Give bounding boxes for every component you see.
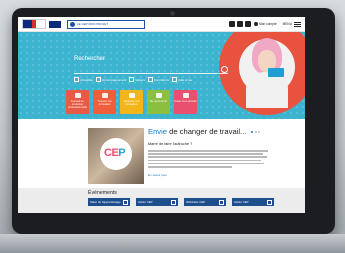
- calendar-icon: [171, 199, 176, 205]
- tile-0[interactable]: Conseil en évolution professionnelle: [66, 90, 89, 114]
- feature-image[interactable]: CEP: [88, 128, 144, 184]
- tile-icon: [128, 93, 135, 98]
- account-link[interactable]: Mon compte: [254, 22, 277, 26]
- tile-3[interactable]: Se reconvertir: [147, 90, 170, 114]
- tile-label: Créer mon activité: [174, 99, 197, 103]
- checkbox-icon[interactable]: [129, 77, 135, 82]
- youtube-icon[interactable]: [229, 21, 236, 27]
- event-label: Salon de l'apprentissage: [90, 200, 121, 204]
- filter-option[interactable]: Aide et vie: [172, 77, 192, 82]
- search-label: Rechercher: [74, 56, 106, 62]
- events-title: Événements: [88, 190, 117, 196]
- tile-label: Se reconvertir: [149, 99, 168, 103]
- search-icon[interactable]: [221, 66, 228, 73]
- event-card[interactable]: Webinaire CEP: [184, 198, 226, 206]
- banner-text: LE CEP MON PROJET: [77, 22, 109, 26]
- checkbox-icon[interactable]: [172, 77, 178, 82]
- banner-dot-icon: [70, 21, 75, 27]
- carousel-dot[interactable]: [251, 131, 253, 133]
- search-input[interactable]: [74, 66, 228, 74]
- feature-subheading: Marre de faire l'autruche ?: [148, 142, 193, 146]
- feature-paragraph: [148, 150, 268, 169]
- tile-icon: [155, 93, 162, 98]
- social-links: [229, 21, 252, 27]
- filter-option[interactable]: Formations: [148, 77, 169, 82]
- calendar-icon: [219, 199, 224, 205]
- feature-heading-b: de changer de travail...: [169, 127, 247, 136]
- tile-icon: [182, 93, 189, 98]
- filter-label: Actualités: [80, 77, 94, 82]
- event-card[interactable]: Atelier CEP: [136, 198, 178, 206]
- site-header: LE CEP MON PROJET Mon compte MENU: [18, 17, 305, 32]
- checkbox-icon[interactable]: [96, 77, 102, 82]
- menu-button[interactable]: MENU: [282, 21, 301, 27]
- checkbox-icon[interactable]: [148, 77, 154, 82]
- filter-label: Aide et vie: [178, 77, 193, 82]
- account-label: Mon compte: [259, 22, 277, 26]
- filter-option[interactable]: Actualités: [74, 77, 93, 82]
- tile-2[interactable]: Financer ma formation: [120, 90, 143, 114]
- hamburger-icon: [294, 21, 301, 27]
- header-banner[interactable]: LE CEP MON PROJET: [67, 19, 145, 29]
- hero-card-prop: [268, 68, 284, 77]
- carousel-dot[interactable]: [254, 131, 257, 133]
- webcam-icon: [170, 11, 175, 16]
- cep-logo-text-a: CE: [104, 147, 119, 159]
- website-screen: LE CEP MON PROJET Mon compte MENU Recher…: [18, 17, 305, 213]
- hero-person-body: [246, 72, 288, 108]
- event-label: Atelier CEP: [138, 200, 153, 204]
- read-more-link[interactable]: En savoir plus: [148, 173, 167, 177]
- events-section: Événements Salon de l'apprentissage Atel…: [18, 188, 305, 213]
- search-icon[interactable]: [245, 21, 252, 27]
- cep-logo: CEP: [104, 147, 126, 159]
- tile-1[interactable]: Trouver ma formation: [93, 90, 116, 114]
- tile-label: Financer ma formation: [123, 99, 140, 107]
- carousel-dot[interactable]: [258, 131, 260, 133]
- feature-heading: Envie de changer de travail...: [148, 127, 246, 136]
- calendar-icon: [123, 199, 128, 205]
- hero-banner: Rechercher Actualités Accompagnement Mét…: [18, 32, 305, 119]
- logo-partner[interactable]: [49, 20, 61, 28]
- filter-label: Formations: [154, 77, 170, 82]
- carousel-dots: [251, 131, 260, 133]
- monitor-stand-base: [0, 234, 345, 253]
- checkbox-icon[interactable]: [74, 77, 79, 82]
- event-card[interactable]: Atelier CEP: [232, 198, 274, 206]
- tile-label: Conseil en évolution professionnelle: [68, 99, 87, 110]
- filter-label: Accompagnement: [102, 77, 127, 82]
- tile-icon: [101, 93, 108, 98]
- filter-option[interactable]: Accompagnement: [96, 77, 126, 82]
- tile-4[interactable]: Créer mon activité: [174, 90, 197, 114]
- event-card[interactable]: Salon de l'apprentissage: [88, 198, 130, 206]
- user-icon: [254, 22, 259, 26]
- event-label: Atelier CEP: [234, 200, 249, 204]
- calendar-icon: [267, 199, 272, 205]
- facebook-icon[interactable]: [237, 21, 244, 27]
- search-filters: Actualités Accompagnement Métiers Format…: [74, 77, 192, 82]
- tile-icon: [74, 93, 81, 98]
- event-label: Webinaire CEP: [186, 200, 206, 204]
- cep-logo-text-b: P: [118, 147, 126, 159]
- service-tiles: Conseil en évolution professionnelle Tro…: [66, 90, 197, 114]
- menu-label: MENU: [282, 22, 292, 26]
- feature-heading-a: Envie: [148, 127, 167, 136]
- filter-option[interactable]: Métiers: [129, 77, 145, 82]
- tile-label: Trouver ma formation: [97, 99, 112, 107]
- logo-republic[interactable]: [22, 19, 46, 29]
- filter-label: Métiers: [135, 77, 146, 82]
